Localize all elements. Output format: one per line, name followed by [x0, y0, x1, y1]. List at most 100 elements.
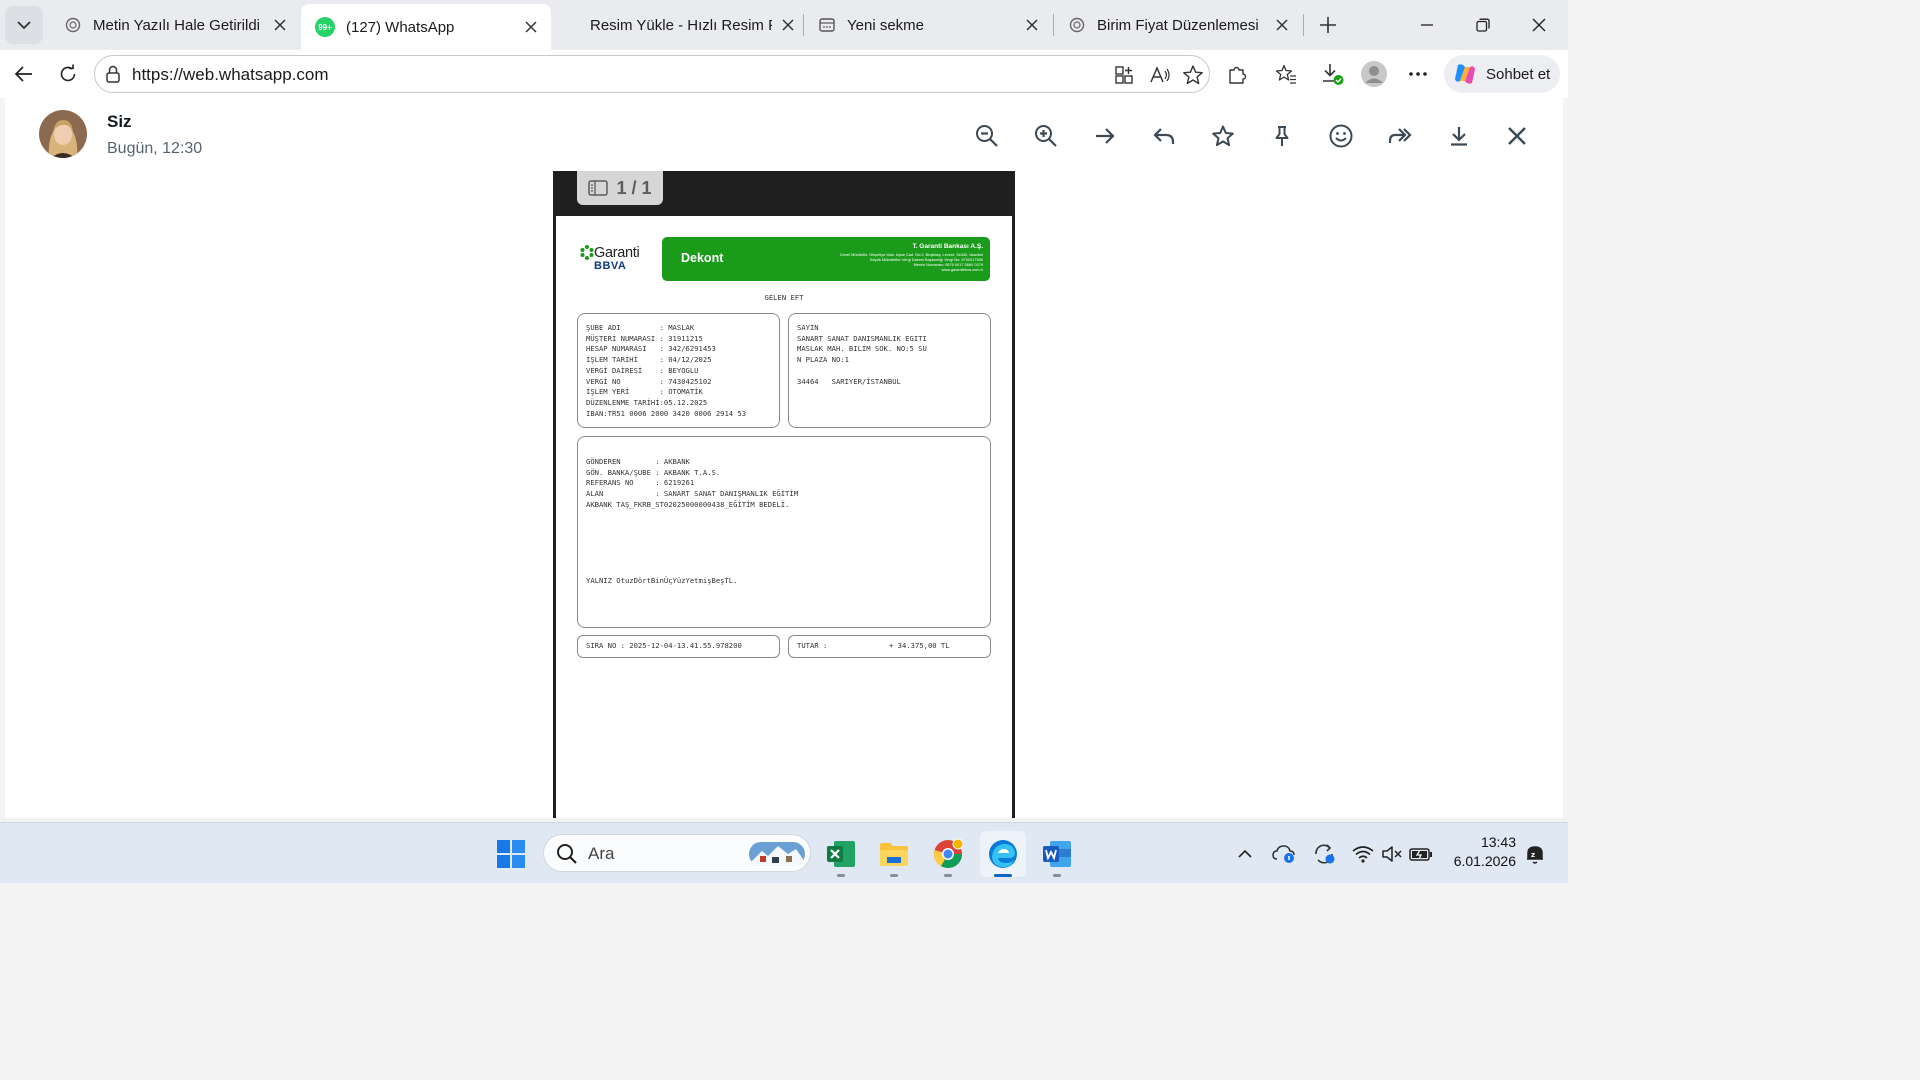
arrow-left-icon	[14, 66, 32, 82]
favorites-icon	[1275, 64, 1296, 84]
new-tab-button[interactable]	[1303, 6, 1353, 44]
cloud-info-icon	[1272, 845, 1295, 863]
recipient-lines: SAYIN SANART SANAT DANISMANLIK EGITI MAS…	[797, 323, 927, 386]
tab-yeni-sekme[interactable]: Yeni sekme	[804, 4, 1052, 46]
download-icon	[1451, 127, 1467, 146]
document-title: Dekont	[681, 251, 724, 265]
sync-icon	[1315, 844, 1335, 864]
message-timestamp: Bugün, 12:30	[107, 140, 203, 157]
reply-button[interactable]	[1148, 120, 1180, 152]
tab-title: Yeni sekme	[847, 16, 924, 34]
notifications-tray[interactable]: z	[1522, 841, 1548, 867]
favorites-button[interactable]	[1270, 58, 1302, 90]
zoom-out-button[interactable]	[971, 120, 1003, 152]
amount-in-words: YALNIZ OtuzDörtBinÜçYüzYetmişBeşTL.	[586, 576, 738, 585]
close-tab-icon[interactable]	[1020, 13, 1044, 37]
restore-button[interactable]	[1458, 6, 1508, 44]
tab-birim-fiyat[interactable]: Birim Fiyat Düzenlemesi	[1054, 4, 1302, 46]
taskbar-file-explorer[interactable]	[877, 837, 911, 871]
go-to-message-button[interactable]	[1089, 120, 1121, 152]
avatar[interactable]	[39, 110, 87, 158]
windows-logo-icon	[497, 840, 525, 868]
copilot-label: Sohbet et	[1486, 65, 1551, 83]
profile-button[interactable]	[1358, 58, 1390, 90]
battery-tray[interactable]	[1408, 841, 1434, 867]
bank-logo-text: Garanti	[594, 245, 640, 261]
star-icon	[1212, 125, 1234, 147]
start-button[interactable]	[494, 837, 528, 871]
star-message-button[interactable]	[1207, 120, 1239, 152]
sidebar-toggle-icon[interactable]	[588, 180, 609, 196]
chevron-up-icon	[1238, 849, 1252, 858]
volume-tray[interactable]	[1379, 841, 1405, 867]
refresh-button[interactable]	[52, 58, 84, 90]
reply-icon	[1153, 128, 1175, 144]
sync-tray[interactable]	[1311, 841, 1337, 867]
plus-icon	[1320, 17, 1336, 33]
pin-message-button[interactable]	[1266, 120, 1298, 152]
new-tab-page-icon	[818, 16, 836, 34]
bank-info-line: www.garantibbva.com.tr	[941, 267, 983, 272]
restore-icon	[1476, 18, 1490, 32]
windows-taskbar: Ara 13:43 6.01.2026 z	[0, 822, 1568, 883]
show-hidden-icons-button[interactable]	[1232, 841, 1258, 867]
tab-metin[interactable]: Metin Yazılı Hale Getirildi	[50, 4, 300, 46]
taskbar-word[interactable]	[1040, 837, 1074, 871]
downloads-button[interactable]	[1316, 58, 1348, 90]
minimize-button[interactable]	[1402, 6, 1452, 44]
wifi-tray[interactable]	[1350, 841, 1376, 867]
extensions-button[interactable]	[1221, 58, 1253, 90]
close-tab-icon[interactable]	[268, 13, 292, 37]
emoji-icon	[1329, 124, 1353, 148]
amount-label: TUTAR :	[797, 641, 828, 650]
close-tab-icon[interactable]	[776, 13, 800, 37]
copilot-button[interactable]: Sohbet et	[1444, 55, 1560, 93]
close-tab-icon[interactable]	[1270, 13, 1294, 37]
address-bar[interactable]: https://web.whatsapp.com	[94, 55, 1210, 93]
transfer-type: GELEN EFT	[764, 293, 804, 302]
running-indicator	[890, 874, 898, 877]
zoom-out-icon	[976, 125, 998, 147]
taskbar-search[interactable]: Ara	[543, 834, 811, 872]
clock-time: 13:43	[1480, 834, 1516, 850]
amount-value: + 34.375,00 TL	[889, 641, 950, 650]
read-aloud-icon[interactable]	[1149, 65, 1171, 85]
tab-list-button[interactable]	[5, 6, 43, 44]
forward-button[interactable]	[1384, 120, 1416, 152]
search-highlight-icon	[749, 842, 805, 866]
settings-menu-button[interactable]	[1402, 58, 1434, 90]
tab-resim-yukle[interactable]: Resim Yükle - Hızlı Resim Paylaş	[552, 4, 802, 46]
forward-icon	[1388, 128, 1412, 143]
react-button[interactable]	[1325, 120, 1357, 152]
clock[interactable]: 13:43 6.01.2026	[1446, 833, 1516, 871]
search-placeholder: Ara	[588, 844, 615, 863]
bank-name: T. Garanti Bankası A.Ş.	[912, 243, 983, 250]
user-photo-icon	[39, 110, 87, 158]
app-available-icon[interactable]	[1114, 65, 1134, 85]
zoom-in-icon	[1035, 125, 1057, 147]
bank-logo-subtext: BBVA	[594, 260, 627, 272]
transfer-details-box: GÖNDEREN : AKBANK GÖN. BANKA/ŞUBE : AKBA…	[577, 436, 991, 628]
download-button[interactable]	[1443, 120, 1475, 152]
puzzle-icon	[1229, 66, 1247, 84]
taskbar-edge[interactable]	[986, 837, 1020, 871]
page-counter-text: 1 / 1	[616, 177, 652, 198]
running-indicator	[944, 874, 952, 877]
taskbar-chrome[interactable]	[931, 837, 965, 871]
close-tab-icon[interactable]	[519, 15, 543, 39]
page-counter: 1 / 1	[577, 171, 663, 205]
onedrive-tray[interactable]	[1271, 841, 1297, 867]
tab-whatsapp[interactable]: 99+ (127) WhatsApp	[301, 4, 551, 50]
taskbar-excel[interactable]	[824, 837, 858, 871]
browser-tab-bar: Metin Yazılı Hale Getirildi 99+ (127) Wh…	[0, 0, 1568, 50]
copilot-icon	[1455, 64, 1475, 84]
back-button[interactable]	[8, 58, 40, 90]
zoom-in-button[interactable]	[1030, 120, 1062, 152]
pdf-preview[interactable]: 1 / 1 Garanti BBVA Dekont T. Garanti Ban…	[553, 171, 1015, 818]
receipt-page: Garanti BBVA Dekont T. Garanti Bankası A…	[556, 216, 1012, 818]
close-viewer-button[interactable]	[1501, 120, 1533, 152]
browser-toolbar: https://web.whatsapp.com Sohbet et	[0, 50, 1568, 98]
account-info-box: ŞUBE ADI : MASLAK MÜŞTERİ NUMARASI : 319…	[577, 313, 780, 428]
star-icon[interactable]	[1182, 64, 1204, 86]
close-window-button[interactable]	[1514, 6, 1564, 44]
